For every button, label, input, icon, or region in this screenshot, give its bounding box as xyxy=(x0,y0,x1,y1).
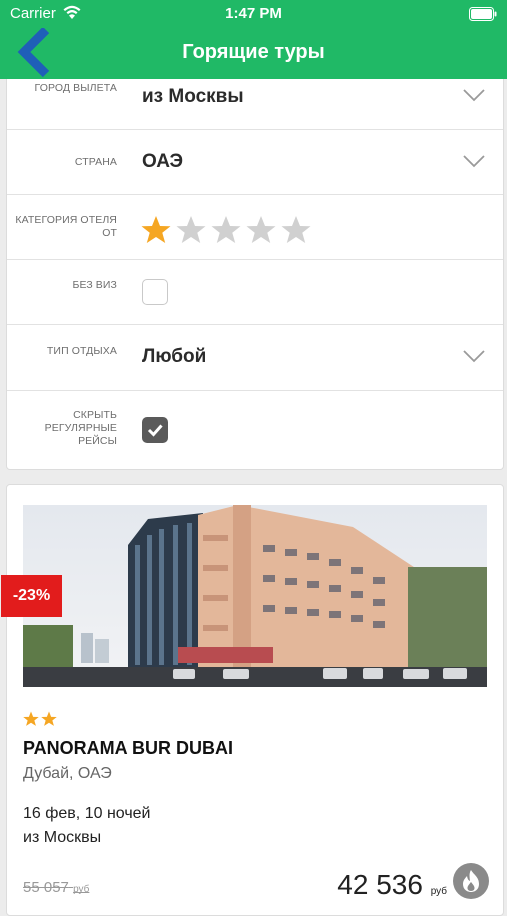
filter-country-value: ОАЭ xyxy=(142,151,184,172)
new-price: 42 536 руб xyxy=(337,869,447,901)
filter-rest-type-label: Тип отдыха xyxy=(46,345,117,357)
nav-bar: Горящие туры xyxy=(0,26,507,79)
star-icon[interactable] xyxy=(141,215,171,245)
filter-departure-row[interactable]: Город вылета из Москвы xyxy=(7,79,503,130)
old-price-currency: руб xyxy=(73,884,90,895)
filter-country-label: Страна xyxy=(74,156,117,168)
filters-panel: Город вылета из Москвы Страна ОАЭ Катего… xyxy=(6,79,504,470)
tour-departure: из Москвы xyxy=(23,829,102,846)
chevron-down-icon xyxy=(463,350,485,363)
checkmark-icon xyxy=(147,424,163,437)
star-icon xyxy=(41,711,57,726)
filter-no-visa-row: Без виз xyxy=(7,260,503,325)
star-icon[interactable] xyxy=(176,215,206,245)
filter-hotel-category-row: Категория отеля от xyxy=(7,195,503,260)
star-icon xyxy=(23,711,39,726)
hide-regular-checkbox[interactable] xyxy=(142,417,168,443)
hotel-card[interactable]: -23% PANORAMA BUR DUBAI Дубай, ОАЭ 16 фе… xyxy=(1,484,504,916)
star-rating xyxy=(141,215,316,245)
filter-hide-regular-row: Скрыть регулярные рейсы xyxy=(7,391,503,469)
new-price-currency: руб xyxy=(430,886,447,897)
no-visa-checkbox[interactable] xyxy=(142,279,168,305)
star-icon[interactable] xyxy=(281,215,311,245)
battery-icon xyxy=(469,7,497,21)
filter-no-visa-label: Без виз xyxy=(72,279,117,291)
discount-badge: -23% xyxy=(1,575,62,617)
filter-rest-type-row[interactable]: Тип отдыха Любой xyxy=(7,325,503,391)
tour-dates: 16 фев, 10 ночей xyxy=(23,805,151,822)
chevron-down-icon xyxy=(463,155,485,168)
filter-hotel-category-label: Категория отеля от xyxy=(15,214,117,239)
hotel-photo xyxy=(23,505,487,687)
filter-departure-value: из Москвы xyxy=(142,86,244,107)
new-price-value: 42 536 xyxy=(337,869,423,900)
filter-departure-label: Город вылета xyxy=(34,82,117,94)
hotel-stars xyxy=(23,711,59,732)
star-icon[interactable] xyxy=(211,215,241,245)
chevron-down-icon xyxy=(463,89,485,102)
hotel-name: PANORAMA BUR DUBAI xyxy=(23,738,233,758)
hot-tour-button[interactable] xyxy=(453,863,489,899)
clock: 1:47 PM xyxy=(225,5,282,22)
fire-icon xyxy=(463,870,479,892)
star-icon[interactable] xyxy=(246,215,276,245)
page-title: Горящие туры xyxy=(182,41,325,63)
old-price: 55 057 руб xyxy=(23,879,89,896)
status-bar: Carrier 1:47 PM xyxy=(0,0,507,28)
filter-rest-type-value: Любой xyxy=(142,346,207,367)
filter-country-row[interactable]: Страна ОАЭ xyxy=(7,130,503,195)
filter-hide-regular-label: Скрыть регулярные рейсы xyxy=(44,409,117,447)
hotel-location: Дубай, ОАЭ xyxy=(23,765,112,782)
old-price-value: 55 057 xyxy=(23,879,69,896)
